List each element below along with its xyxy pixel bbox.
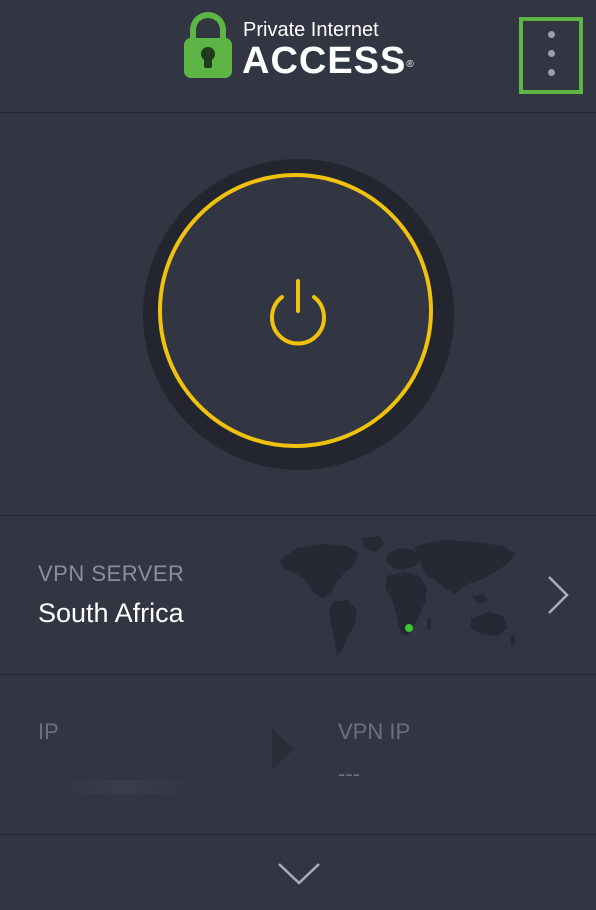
ip-label: IP xyxy=(38,719,59,744)
pia-client-window: Private Internet ACCESS® VPN SERVER Sout… xyxy=(0,0,596,910)
vpn-server-value: South Africa xyxy=(38,598,184,628)
header: Private Internet ACCESS® xyxy=(0,0,596,113)
chevron-down-icon xyxy=(278,863,320,885)
more-vertical-icon-dot xyxy=(548,69,555,76)
logo-text-big: ACCESS® xyxy=(242,41,415,81)
ip-info-row: IP VPN IP --- xyxy=(0,675,596,835)
connect-button[interactable] xyxy=(158,173,433,448)
logo-text-small: Private Internet xyxy=(243,19,379,41)
vpn-server-label: VPN SERVER xyxy=(38,561,185,586)
vpn-ip-label: VPN IP xyxy=(338,719,411,744)
more-vertical-icon xyxy=(548,31,555,38)
arrow-right-icon xyxy=(272,729,294,769)
world-map-icon xyxy=(280,536,515,656)
ip-value-placeholder xyxy=(55,780,195,794)
location-dot xyxy=(405,624,413,632)
chevron-right-icon xyxy=(548,576,569,614)
connection-section xyxy=(0,113,596,515)
registered-mark: ® xyxy=(406,59,415,70)
menu-button[interactable] xyxy=(519,17,583,94)
pia-logo: Private Internet ACCESS® xyxy=(182,8,422,84)
expand-button[interactable] xyxy=(0,835,596,910)
padlock-robot-icon xyxy=(184,12,232,78)
more-vertical-icon-dot xyxy=(548,50,555,57)
vpn-ip-value: --- xyxy=(338,761,360,786)
logo-text-access: ACCESS xyxy=(242,40,407,82)
power-icon xyxy=(270,279,326,346)
vpn-server-selector[interactable]: VPN SERVER South Africa xyxy=(0,515,596,675)
